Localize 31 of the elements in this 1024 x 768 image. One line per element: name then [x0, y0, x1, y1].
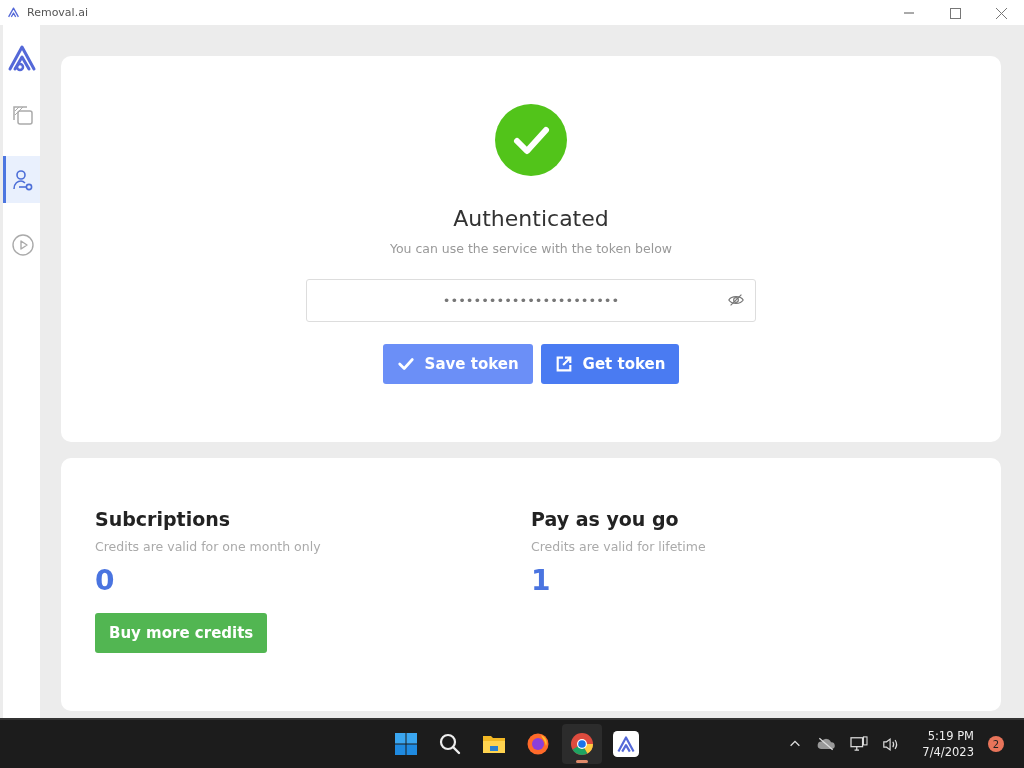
window-title: Removal.ai	[27, 6, 88, 19]
plan-note: Credits are valid for one month only	[95, 539, 322, 554]
taskbar-app[interactable]	[562, 724, 602, 764]
user-key-icon	[11, 167, 35, 192]
token-field[interactable]: •••••••••••••••••••••••	[306, 279, 756, 322]
cloud-off-icon[interactable]	[816, 737, 837, 751]
credit-count: 1	[531, 564, 552, 597]
network-icon[interactable]	[850, 736, 869, 752]
app-logo-icon	[7, 6, 20, 19]
sidebar-item[interactable]	[3, 156, 40, 203]
windows-start-icon	[394, 732, 418, 756]
search-icon	[438, 732, 462, 756]
clock-date[interactable]: 7/4/2023	[922, 744, 974, 760]
app-logo-icon	[613, 731, 639, 757]
credit-count: 0	[95, 564, 116, 597]
chrome-icon	[570, 732, 594, 756]
token-button[interactable]: Get token	[540, 344, 680, 384]
clock-time[interactable]: 5:19 PM	[927, 728, 974, 744]
status-hint: You can use the service with the token below	[389, 241, 673, 256]
external-link-icon	[554, 355, 573, 373]
play-icon	[11, 232, 35, 257]
browser-globe-icon	[526, 732, 550, 756]
token-button[interactable]: Save token	[382, 344, 533, 384]
plan-title: Subcriptions	[95, 508, 232, 530]
check-icon	[495, 104, 567, 176]
buy-credits-button[interactable]: Buy more credits	[95, 613, 268, 653]
status-title: Authenticated	[453, 206, 609, 231]
notification-badge[interactable]: 2	[988, 736, 1004, 752]
check-icon	[396, 355, 415, 373]
plan-note: Credits are valid for lifetime	[531, 539, 707, 554]
plan-title: Pay as you go	[531, 508, 680, 530]
